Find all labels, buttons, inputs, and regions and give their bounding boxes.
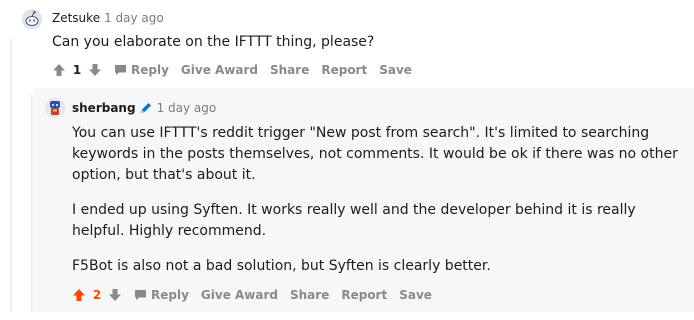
- report-button[interactable]: Report: [341, 288, 387, 302]
- downvote-icon[interactable]: [86, 61, 104, 79]
- report-button[interactable]: Report: [321, 63, 367, 77]
- reply-bubble-icon: [135, 290, 146, 300]
- reply-bubble-icon: [115, 65, 126, 75]
- share-button[interactable]: Share: [270, 63, 309, 77]
- reply-meta: sherbang 1 day ago: [72, 101, 216, 115]
- reply-timestamp[interactable]: 1 day ago: [157, 101, 217, 115]
- upvote-icon[interactable]: [50, 61, 68, 79]
- comment-score: 1: [72, 63, 82, 77]
- downvote-icon[interactable]: [106, 286, 124, 304]
- reply-username[interactable]: sherbang: [72, 101, 136, 115]
- save-button[interactable]: Save: [379, 63, 412, 77]
- thread-line-collapse[interactable]: [10, 38, 12, 312]
- give-award-button[interactable]: Give Award: [181, 63, 258, 77]
- comment-username[interactable]: Zetsuke: [52, 11, 100, 25]
- reply-score: 2: [92, 288, 102, 302]
- share-button[interactable]: Share: [290, 288, 329, 302]
- comment-meta: Zetsuke 1 day ago: [52, 11, 164, 25]
- give-award-button[interactable]: Give Award: [201, 288, 278, 302]
- pencil-icon: [139, 101, 153, 115]
- snoo-avatar-icon: [45, 98, 65, 118]
- reply-thread-line-collapse[interactable]: [31, 94, 33, 312]
- comment-timestamp[interactable]: 1 day ago: [104, 11, 164, 25]
- reply-action-bar: 2 Reply Give Award Share Report Save: [70, 286, 432, 304]
- reply-paragraph: You can use IFTTT's reddit trigger "New …: [72, 125, 678, 183]
- reply-button[interactable]: Reply: [114, 63, 169, 77]
- snoo-avatar-icon: [22, 9, 42, 29]
- comment-action-bar: 1 Reply Give Award Share Report Save: [50, 61, 412, 79]
- reply-label: Reply: [131, 63, 169, 77]
- avatar-sherbang[interactable]: [45, 98, 65, 118]
- reply-label: Reply: [151, 288, 189, 302]
- save-button[interactable]: Save: [399, 288, 432, 302]
- reply-paragraph: I ended up using Syften. It works really…: [72, 202, 636, 239]
- avatar-zetsuke[interactable]: [22, 9, 42, 29]
- upvote-icon[interactable]: [70, 286, 88, 304]
- reply-paragraph: F5Bot is also not a bad solution, but Sy…: [72, 258, 491, 274]
- comment-body: Can you elaborate on the IFTTT thing, pl…: [52, 34, 375, 50]
- reply-button[interactable]: Reply: [134, 288, 189, 302]
